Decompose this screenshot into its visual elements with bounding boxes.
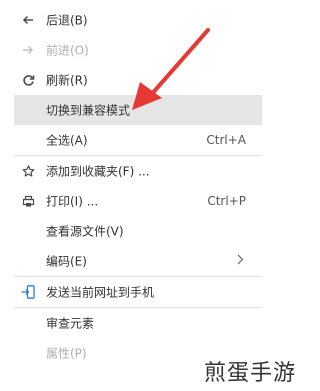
send-to-phone-icon xyxy=(21,285,35,299)
menu-item-add-favorites[interactable]: 添加到收藏夹(F) ... xyxy=(14,156,262,186)
menu-item-encoding[interactable]: 编码(E) xyxy=(14,246,262,276)
menu-item-label: 审查元素 xyxy=(46,316,95,331)
menu-item-refresh[interactable]: 刷新(R) xyxy=(14,65,262,95)
menu-item-select-all[interactable]: 全选(A) Ctrl+A xyxy=(14,125,262,155)
menu-item-label: 打印(I) ... xyxy=(46,194,99,209)
menu-item-send-to-phone[interactable]: 发送当前网址到手机 xyxy=(14,277,262,307)
menu-item-label: 刷新(R) xyxy=(46,73,88,88)
menu-item-view-source[interactable]: 查看源文件(V) xyxy=(14,216,262,246)
watermark: 煎蛋手游 xyxy=(203,361,296,386)
shortcut-label: Ctrl+P xyxy=(207,194,246,208)
arrow-right-icon xyxy=(21,43,35,57)
context-menu: 后退(B) 前进(O) 刷新(R) 切换到兼容模式 全选(A) Ctrl+A 添… xyxy=(14,5,262,368)
printer-icon xyxy=(21,194,35,208)
menu-item-label: 编码(E) xyxy=(46,254,87,269)
arrow-left-icon xyxy=(21,13,35,27)
menu-item-print[interactable]: 打印(I) ... Ctrl+P xyxy=(14,186,262,216)
menu-item-label: 属性(P) xyxy=(46,346,87,361)
refresh-icon xyxy=(21,73,35,87)
menu-item-label: 前进(O) xyxy=(46,43,89,58)
star-icon xyxy=(21,164,35,178)
menu-item-label: 后退(B) xyxy=(46,13,88,28)
menu-item-compat-mode[interactable]: 切换到兼容模式 xyxy=(14,95,262,125)
shortcut-label: Ctrl+A xyxy=(206,133,246,147)
menu-item-back[interactable]: 后退(B) xyxy=(14,5,262,35)
menu-item-forward[interactable]: 前进(O) xyxy=(14,35,262,65)
menu-item-label: 添加到收藏夹(F) ... xyxy=(46,164,150,179)
menu-item-label: 查看源文件(V) xyxy=(46,224,124,239)
chevron-right-icon xyxy=(236,254,244,269)
menu-item-label: 切换到兼容模式 xyxy=(46,103,131,118)
menu-item-inspect[interactable]: 审查元素 xyxy=(14,308,262,338)
menu-item-label: 发送当前网址到手机 xyxy=(46,285,155,300)
menu-item-label: 全选(A) xyxy=(46,133,88,148)
